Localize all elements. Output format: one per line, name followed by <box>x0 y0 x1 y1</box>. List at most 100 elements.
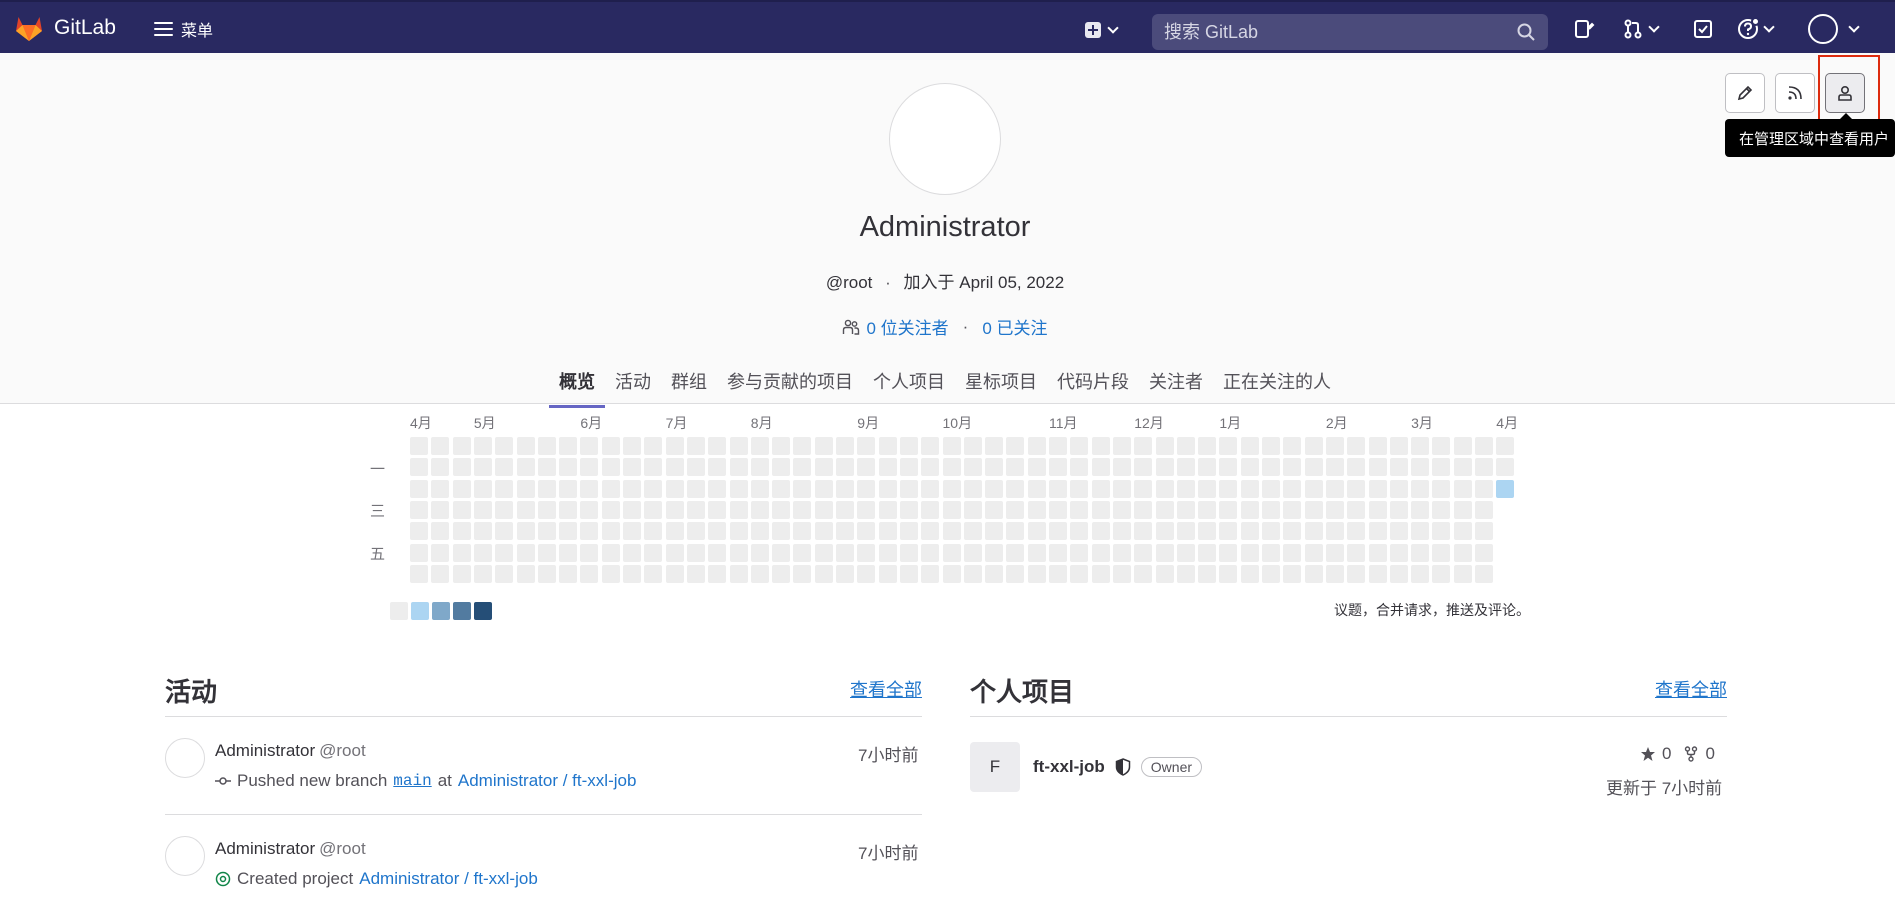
calendar-day-cell[interactable] <box>1389 500 1408 519</box>
calendar-day-cell[interactable] <box>963 500 982 519</box>
calendar-day-cell[interactable] <box>1432 437 1451 455</box>
activity-avatar[interactable] <box>165 738 205 778</box>
calendar-day-cell[interactable] <box>1240 500 1259 519</box>
calendar-day-cell[interactable] <box>1070 458 1089 477</box>
calendar-day-cell[interactable] <box>1411 458 1430 477</box>
calendar-day-cell[interactable] <box>1325 564 1344 583</box>
calendar-day-cell[interactable] <box>1155 500 1174 519</box>
calendar-day-cell[interactable] <box>559 522 578 541</box>
merge-requests-dropdown[interactable] <box>1622 16 1660 42</box>
calendar-day-cell[interactable] <box>1304 543 1323 562</box>
calendar-day-cell[interactable] <box>516 458 535 477</box>
calendar-day-cell[interactable] <box>814 437 833 455</box>
calendar-day-cell[interactable] <box>431 564 450 583</box>
calendar-day-cell[interactable] <box>1347 500 1366 519</box>
calendar-day-cell[interactable] <box>899 522 918 541</box>
activity-project-link[interactable]: Administrator / ft-xxl-job <box>458 771 637 791</box>
calendar-day-cell[interactable] <box>899 564 918 583</box>
calendar-day-cell[interactable] <box>857 522 876 541</box>
calendar-day-cell[interactable] <box>623 437 641 455</box>
calendar-day-cell[interactable] <box>1347 564 1366 583</box>
calendar-day-cell[interactable] <box>410 479 428 498</box>
calendar-day-cell[interactable] <box>559 437 578 455</box>
calendar-day-cell[interactable] <box>772 500 791 519</box>
rss-feed-button[interactable] <box>1775 73 1815 113</box>
calendar-day-cell[interactable] <box>1304 437 1323 455</box>
calendar-day-cell[interactable] <box>985 437 1004 455</box>
calendar-day-cell[interactable] <box>857 437 876 455</box>
calendar-day-cell[interactable] <box>729 522 748 541</box>
calendar-day-cell[interactable] <box>537 564 556 583</box>
calendar-day-cell[interactable] <box>431 500 450 519</box>
calendar-day-cell[interactable] <box>452 543 471 562</box>
calendar-day-cell[interactable] <box>686 437 705 455</box>
calendar-day-cell[interactable] <box>1325 500 1344 519</box>
calendar-day-cell[interactable] <box>921 564 940 583</box>
calendar-day-cell[interactable] <box>1198 500 1217 519</box>
calendar-day-cell[interactable] <box>431 543 450 562</box>
calendar-day-cell[interactable] <box>1134 500 1153 519</box>
calendar-day-cell[interactable] <box>1262 479 1280 498</box>
calendar-day-cell[interactable] <box>942 564 961 583</box>
calendar-day-cell[interactable] <box>1134 543 1153 562</box>
calendar-day-cell[interactable] <box>878 522 897 541</box>
calendar-day-cell[interactable] <box>814 564 833 583</box>
calendar-day-cell[interactable] <box>1091 437 1110 455</box>
calendar-day-cell[interactable] <box>1070 564 1089 583</box>
calendar-day-cell[interactable] <box>1240 522 1259 541</box>
calendar-day-cell[interactable] <box>559 564 578 583</box>
calendar-day-cell[interactable] <box>410 564 428 583</box>
calendar-day-cell[interactable] <box>1347 522 1366 541</box>
calendar-day-cell[interactable] <box>899 500 918 519</box>
calendar-day-cell[interactable] <box>686 458 705 477</box>
calendar-day-cell[interactable] <box>1325 543 1344 562</box>
calendar-day-cell[interactable] <box>1198 437 1217 455</box>
calendar-day-cell[interactable] <box>473 500 492 519</box>
calendar-day-cell[interactable] <box>899 543 918 562</box>
calendar-day-cell[interactable] <box>410 522 428 541</box>
calendar-day-cell[interactable] <box>1240 479 1259 498</box>
calendar-day-cell[interactable] <box>623 564 641 583</box>
calendar-day-cell[interactable] <box>1389 543 1408 562</box>
calendar-day-cell[interactable] <box>878 437 897 455</box>
calendar-day-cell[interactable] <box>793 458 812 477</box>
calendar-day-cell[interactable] <box>686 500 705 519</box>
calendar-day-cell[interactable] <box>729 437 748 455</box>
calendar-day-cell[interactable] <box>1304 564 1323 583</box>
calendar-day-cell[interactable] <box>1240 564 1259 583</box>
calendar-day-cell[interactable] <box>1198 543 1217 562</box>
calendar-day-cell[interactable] <box>878 479 897 498</box>
calendar-day-cell[interactable] <box>1155 564 1174 583</box>
calendar-day-cell[interactable] <box>665 543 684 562</box>
calendar-day-cell[interactable] <box>1049 543 1067 562</box>
calendar-day-cell[interactable] <box>495 479 514 498</box>
calendar-day-cell[interactable] <box>623 500 641 519</box>
calendar-day-cell[interactable] <box>1219 437 1238 455</box>
calendar-day-cell[interactable] <box>601 437 620 455</box>
calendar-day-cell[interactable] <box>473 522 492 541</box>
calendar-day-cell[interactable] <box>1432 522 1451 541</box>
calendar-day-cell[interactable] <box>1198 564 1217 583</box>
calendar-day-cell[interactable] <box>1176 479 1195 498</box>
calendar-day-cell[interactable] <box>793 437 812 455</box>
calendar-day-cell[interactable] <box>559 543 578 562</box>
calendar-day-cell[interactable] <box>410 437 428 455</box>
calendar-day-cell[interactable] <box>495 543 514 562</box>
calendar-day-cell[interactable] <box>708 437 727 455</box>
calendar-day-cell[interactable] <box>1475 564 1493 583</box>
calendar-day-cell[interactable] <box>1262 522 1280 541</box>
calendar-day-cell[interactable] <box>1027 522 1046 541</box>
gitlab-logo-link[interactable]: GitLab <box>14 14 116 42</box>
projects-view-all-link[interactable]: 查看全部 <box>1655 676 1727 702</box>
calendar-day-cell[interactable] <box>1070 437 1089 455</box>
calendar-day-cell[interactable] <box>1112 543 1131 562</box>
tab-contributed-projects[interactable]: 参与贡献的项目 <box>717 360 863 406</box>
calendar-day-cell[interactable] <box>836 500 854 519</box>
calendar-day-cell[interactable] <box>686 543 705 562</box>
calendar-day-cell[interactable] <box>410 500 428 519</box>
calendar-day-cell[interactable] <box>1283 522 1302 541</box>
calendar-day-cell[interactable] <box>857 543 876 562</box>
calendar-day-cell[interactable] <box>729 543 748 562</box>
calendar-day-cell[interactable] <box>963 543 982 562</box>
calendar-day-cell[interactable] <box>644 543 663 562</box>
